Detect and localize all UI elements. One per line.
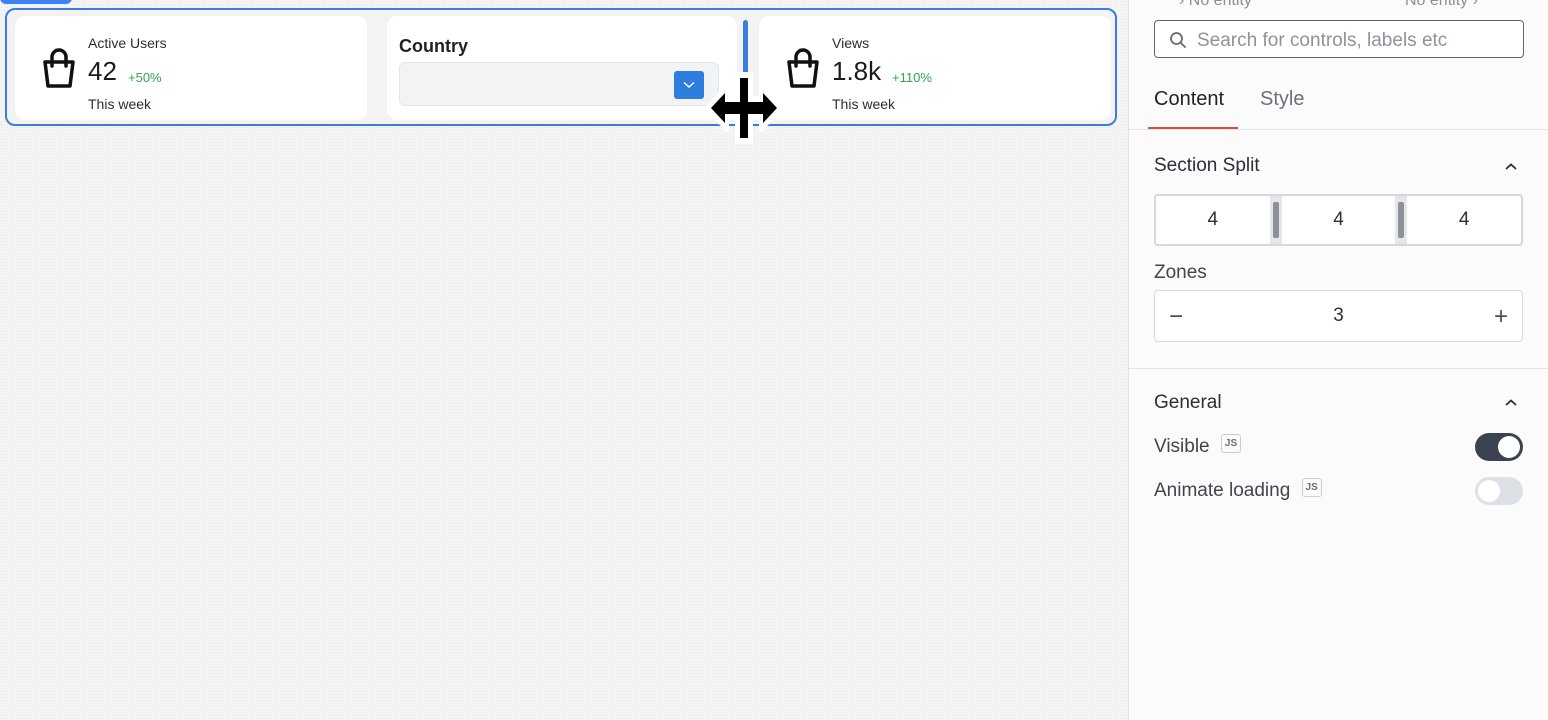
stat-value: 42 — [88, 56, 117, 86]
toggle-knob — [1498, 436, 1520, 458]
chevron-down-icon — [683, 81, 695, 89]
chevron-up-icon[interactable] — [1503, 162, 1519, 172]
entity-link-left[interactable]: › No entity — [1179, 0, 1252, 10]
stats-section[interactable]: Active Users 42 +50% This week Country V… — [5, 8, 1117, 126]
js-toggle-badge[interactable]: JS — [1301, 478, 1322, 498]
zones-value: 3 — [1333, 305, 1344, 326]
entity-link-right[interactable]: No entity › — [1405, 0, 1478, 10]
stat-label: Views — [832, 35, 870, 51]
general-title: General — [1154, 392, 1222, 413]
chevron-right-icon: › — [1472, 0, 1478, 9]
toggle-knob — [1478, 480, 1500, 502]
visible-row: Visible JS — [1154, 434, 1242, 458]
split-drag-handle[interactable] — [1395, 196, 1408, 244]
js-toggle-badge[interactable]: JS — [1220, 434, 1242, 454]
divider — [1129, 368, 1548, 369]
stat-card-active-users[interactable]: Active Users 42 +50% This week — [15, 16, 367, 120]
section-split-title: Section Split — [1154, 155, 1260, 176]
stat-change: +50% — [128, 70, 162, 85]
properties-panel: › No entity No entity › Search for contr… — [1128, 0, 1548, 720]
zones-stepper[interactable]: − 3 + — [1154, 290, 1523, 342]
stat-change: +110% — [892, 70, 932, 85]
animate-loading-row: Animate loading JS — [1154, 478, 1322, 502]
zones-label: Zones — [1154, 262, 1207, 283]
animate-loading-toggle[interactable] — [1475, 477, 1523, 505]
chevron-right-icon: › — [1179, 0, 1185, 9]
split-drag-handle[interactable] — [1269, 196, 1282, 244]
stat-card-views[interactable]: Views 1.8k +110% This week — [759, 16, 1111, 120]
visible-label: Visible — [1154, 436, 1210, 457]
section-split-control[interactable]: 4 4 4 — [1154, 194, 1523, 246]
entity-text: No entity — [1405, 0, 1469, 9]
stat-subtitle: This week — [88, 96, 152, 112]
app-canvas: Active Users 42 +50% This week Country V… — [0, 0, 1128, 720]
shopping-bag-icon — [787, 48, 819, 88]
split-value[interactable]: 4 — [1407, 196, 1521, 244]
stat-subtitle: This week — [832, 96, 896, 112]
chevron-up-icon[interactable] — [1503, 398, 1519, 408]
split-value[interactable]: 4 — [1282, 196, 1396, 244]
animate-loading-label: Animate loading — [1154, 480, 1291, 501]
country-dropdown[interactable] — [399, 62, 719, 106]
country-label: Country — [399, 36, 468, 56]
divider — [1129, 129, 1548, 130]
search-input[interactable]: Search for controls, labels etc — [1154, 20, 1524, 58]
resize-cursor-icon — [705, 72, 783, 144]
search-placeholder: Search for controls, labels etc — [1197, 30, 1448, 51]
dropdown-toggle-button[interactable] — [674, 71, 704, 99]
stat-label: Active Users — [88, 35, 167, 51]
visible-toggle[interactable] — [1475, 433, 1523, 461]
search-icon — [1170, 32, 1186, 48]
tab-content[interactable]: Content — [1154, 88, 1224, 111]
stat-value: 1.8k — [832, 56, 882, 86]
tab-style[interactable]: Style — [1260, 88, 1304, 111]
selection-tab — [0, 0, 72, 4]
split-value[interactable]: 4 — [1156, 196, 1270, 244]
country-card[interactable]: Country — [387, 16, 737, 120]
entity-text: No entity — [1188, 0, 1252, 9]
increment-button[interactable]: + — [1494, 303, 1508, 331]
shopping-bag-icon — [43, 48, 75, 88]
